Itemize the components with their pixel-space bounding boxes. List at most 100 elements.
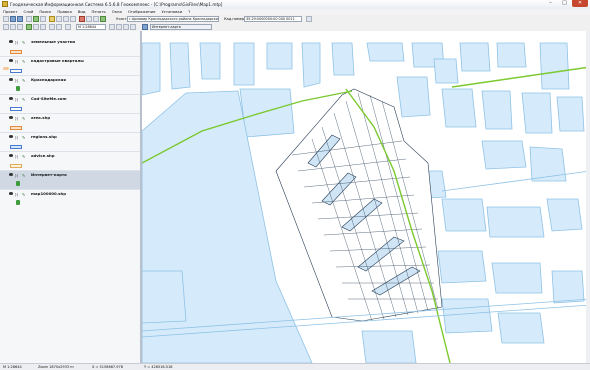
ruler-icon[interactable] bbox=[40, 24, 46, 30]
map-drawing bbox=[142, 42, 590, 363]
layer-swatch bbox=[10, 164, 22, 168]
layer-swatch bbox=[10, 50, 22, 54]
layer-item[interactable]: ⟩⟨ ✎ area.shp bbox=[0, 114, 140, 133]
layer-item[interactable]: ⟩⟨ ✎ map100000.shp bbox=[0, 190, 140, 208]
scale-field[interactable]: М 1:28644 bbox=[76, 24, 106, 30]
maximize-button[interactable]: □ bbox=[558, 0, 571, 7]
pencil-icon[interactable]: ✎ bbox=[22, 173, 25, 178]
copy-icon[interactable] bbox=[109, 24, 115, 30]
zoom-in-icon[interactable] bbox=[63, 16, 69, 22]
edit-toggle-icon[interactable]: ⟩⟨ bbox=[15, 40, 18, 45]
cadnum-label: Кад.номер bbox=[224, 16, 245, 21]
pencil-icon[interactable]: ✎ bbox=[22, 78, 25, 83]
layer-props-icon[interactable] bbox=[40, 16, 46, 22]
layer-swatch bbox=[10, 145, 22, 149]
visibility-icon[interactable] bbox=[9, 40, 13, 43]
edit-toggle-icon[interactable]: ⟩⟨ bbox=[15, 116, 18, 121]
visibility-icon[interactable] bbox=[9, 154, 13, 157]
layer-item[interactable]: ⟩⟨ ✎ advice.shp bbox=[0, 152, 140, 171]
paste-icon[interactable] bbox=[116, 24, 122, 30]
layer-name: кадастровые кварталы bbox=[31, 58, 84, 64]
layer-item-selected[interactable]: ⟩⟨ ✎ Интернет-карта bbox=[0, 171, 140, 190]
find-parcel-icon[interactable] bbox=[306, 16, 312, 22]
raster-icon bbox=[16, 200, 20, 205]
cadnum-field[interactable]: 35:29:0000000:00 000 0011 bbox=[244, 16, 302, 22]
layer-item[interactable]: ⟩⟨ ✎ regions.shp bbox=[0, 133, 140, 152]
print-icon[interactable] bbox=[26, 16, 32, 22]
pencil-icon[interactable]: ✎ bbox=[22, 135, 25, 140]
zoom-prev-icon[interactable] bbox=[17, 24, 23, 30]
visibility-icon[interactable] bbox=[9, 59, 13, 62]
layer-swatch bbox=[10, 107, 22, 111]
status-y: Y = 428516.518 bbox=[144, 364, 173, 369]
pencil-icon[interactable]: ✎ bbox=[22, 40, 25, 45]
raster-icon bbox=[16, 86, 20, 91]
field-strips bbox=[275, 88, 443, 322]
edit-toggle-icon[interactable]: ⟩⟨ bbox=[15, 173, 18, 178]
layer-name: Интернет-карта bbox=[31, 172, 67, 178]
globe-icon[interactable] bbox=[142, 24, 148, 30]
status-scale: М 1:28644 bbox=[3, 364, 22, 369]
edit-toggle-icon[interactable]: ⟩⟨ bbox=[15, 154, 18, 159]
layer-item[interactable]: ⟩⟨ ✎ земельные участки bbox=[0, 38, 140, 57]
layer-name: map100000.shp bbox=[31, 191, 67, 197]
minimize-button[interactable]: – bbox=[544, 0, 557, 7]
visibility-icon[interactable] bbox=[9, 135, 13, 138]
pencil-icon[interactable]: ✎ bbox=[22, 154, 25, 159]
visibility-icon[interactable] bbox=[9, 78, 13, 81]
select-icon[interactable] bbox=[49, 16, 55, 22]
pencil-icon[interactable]: ✎ bbox=[22, 192, 25, 197]
zoom-out-icon[interactable] bbox=[70, 16, 76, 22]
edit-toggle-icon[interactable]: ⟩⟨ bbox=[15, 192, 18, 197]
node-icon[interactable] bbox=[49, 24, 55, 30]
edit-toggle-icon[interactable]: ⟩⟨ bbox=[15, 59, 18, 64]
raster-icon bbox=[16, 181, 20, 186]
info-icon[interactable] bbox=[93, 16, 99, 22]
layer-item[interactable]: ⟩⟨ ✎ Краснодарская bbox=[0, 76, 140, 95]
undo-icon[interactable] bbox=[130, 24, 136, 30]
cut-icon[interactable] bbox=[123, 24, 129, 30]
map-canvas[interactable] bbox=[142, 31, 590, 363]
pencil-icon[interactable]: ✎ bbox=[22, 97, 25, 102]
layer-name: Cad-SiteMe.com bbox=[31, 96, 67, 102]
layer-visible-icon[interactable] bbox=[26, 24, 32, 30]
layer-item[interactable]: ⟩⟨ ✎ Cad-SiteMe.com bbox=[0, 95, 140, 114]
layer-add-icon[interactable] bbox=[33, 16, 39, 22]
window-title: Геодезическая Информационная Система 6.5… bbox=[10, 1, 223, 7]
edit-toggle-icon[interactable]: ⟩⟨ bbox=[15, 135, 18, 140]
edit-toggle-icon[interactable]: ⟩⟨ bbox=[15, 78, 18, 83]
open-icon[interactable] bbox=[10, 16, 16, 22]
app-icon bbox=[2, 1, 8, 7]
zoom-tool-icon[interactable] bbox=[3, 24, 9, 30]
pencil-icon[interactable]: ✎ bbox=[22, 59, 25, 64]
delete-icon[interactable] bbox=[79, 16, 85, 22]
close-button[interactable]: ✕ bbox=[572, 0, 588, 7]
map-scrollbar[interactable] bbox=[586, 31, 590, 363]
refresh-icon[interactable] bbox=[100, 16, 106, 22]
basemap-select[interactable]: Интернет-карта bbox=[150, 24, 212, 30]
layer-name: area.shp bbox=[31, 115, 51, 121]
layer-item[interactable]: ⟩⟨ ✎ кадастровые кварталы bbox=[0, 57, 140, 76]
status-x: X = 5158667.978 bbox=[92, 364, 123, 369]
save-icon[interactable] bbox=[17, 16, 23, 22]
visibility-icon[interactable] bbox=[9, 97, 13, 100]
layer-name: advice.shp bbox=[31, 153, 55, 159]
grid-icon[interactable] bbox=[33, 24, 39, 30]
visibility-icon[interactable] bbox=[9, 192, 13, 195]
layer-swatch bbox=[10, 126, 22, 130]
status-zoom: Zoom 1870x2933 m bbox=[38, 364, 74, 369]
edit-toggle-icon[interactable]: ⟩⟨ bbox=[15, 97, 18, 102]
area-field[interactable]: г.Армавир Краснодарского района Краснода… bbox=[127, 16, 219, 22]
layers-panel: ⟩⟨ ✎ земельные участки ⟩⟨ ✎ кадастровые … bbox=[0, 31, 142, 363]
measure-icon[interactable] bbox=[86, 16, 92, 22]
arrow-icon[interactable] bbox=[65, 24, 71, 30]
visibility-icon[interactable] bbox=[9, 173, 13, 176]
pan-icon[interactable] bbox=[56, 16, 62, 22]
orange-marker-icon bbox=[3, 67, 9, 70]
visibility-icon[interactable] bbox=[9, 116, 13, 119]
pencil-icon[interactable]: ✎ bbox=[22, 116, 25, 121]
new-project-icon[interactable] bbox=[3, 16, 9, 22]
polygon-icon[interactable] bbox=[56, 24, 62, 30]
layer-name: земельные участки bbox=[31, 39, 75, 45]
zoom-extent-icon[interactable] bbox=[10, 24, 16, 30]
